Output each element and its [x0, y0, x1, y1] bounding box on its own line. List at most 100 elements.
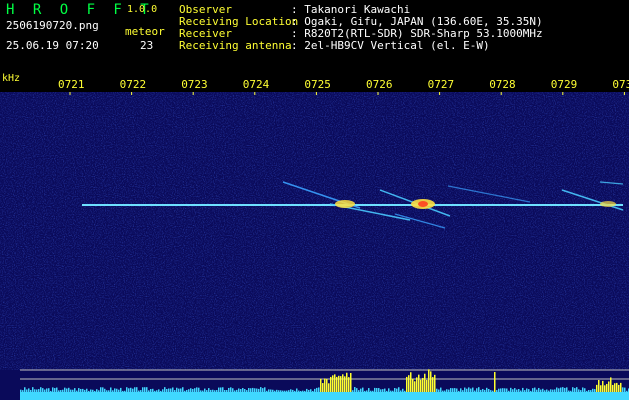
histogram-bar	[124, 390, 126, 392]
histogram-bar	[600, 385, 602, 392]
histogram-bar	[230, 387, 232, 392]
echo-hotspot-core	[418, 201, 428, 207]
histogram-bar	[434, 374, 436, 392]
histogram-bar	[26, 389, 28, 392]
x-tick-label-0722: 0722	[119, 78, 147, 91]
histogram-bar	[22, 390, 24, 392]
histogram-bar	[380, 389, 382, 392]
histogram-bar	[492, 390, 494, 392]
histogram-bar	[146, 387, 148, 392]
histogram-bar	[232, 388, 234, 392]
histogram-bar	[258, 388, 260, 392]
histogram-bar	[446, 389, 448, 392]
histogram-bar	[392, 390, 394, 392]
app-version: 1.0.0	[127, 4, 158, 15]
info-value-location: : Ogaki, Gifu, JAPAN (136.60E, 35.35N)	[291, 15, 543, 28]
histogram-bar	[606, 383, 608, 392]
histogram-bar	[298, 390, 300, 392]
histogram-bar	[152, 388, 154, 392]
histogram-bar	[86, 388, 88, 392]
histogram-bar	[130, 387, 132, 392]
histogram-bar	[590, 390, 592, 392]
histogram-bar	[428, 369, 430, 392]
histogram-bar	[52, 387, 54, 392]
info-value-antenna: : 2el-HB9CV Vertical (el. E-W)	[291, 39, 490, 52]
histogram-bar	[366, 390, 368, 392]
histogram-bar	[578, 389, 580, 392]
spectrogram	[0, 92, 629, 400]
histogram-bar	[190, 388, 192, 392]
histogram-bar	[272, 389, 274, 392]
histogram-bar	[518, 389, 520, 392]
x-tick-label-0724: 0724	[242, 78, 270, 91]
histogram-bar	[274, 390, 276, 392]
histogram-bar	[602, 380, 604, 392]
histogram-bar	[90, 389, 92, 392]
histogram-bar	[278, 390, 280, 392]
x-tick-label-0728: 0728	[489, 78, 516, 91]
histogram-bar	[406, 376, 408, 392]
histogram-bar	[226, 390, 228, 392]
histogram-bar	[534, 387, 536, 392]
histogram-bar	[390, 390, 392, 392]
histogram-bar	[104, 388, 106, 392]
histogram-bar	[240, 389, 242, 392]
histogram-bar	[138, 390, 140, 392]
histogram-bar	[418, 374, 420, 392]
histogram-bar	[572, 387, 574, 392]
histogram-bar	[502, 388, 504, 392]
histogram-bar	[164, 387, 166, 392]
histogram-bar	[582, 387, 584, 392]
info-key-location: Receiving Location	[179, 15, 299, 28]
info-value-observer: : Takanori Kawachi	[291, 3, 411, 16]
histogram-bar	[456, 388, 458, 392]
histogram-bar	[326, 379, 328, 392]
histogram-bar	[60, 390, 62, 392]
histogram-bar	[420, 379, 422, 392]
histogram-bar	[114, 388, 116, 392]
histogram-bar	[560, 387, 562, 392]
histogram-bar	[526, 388, 528, 392]
histogram-bar	[570, 390, 572, 392]
histogram-bar	[36, 389, 38, 392]
histogram-bar	[160, 390, 162, 392]
histogram-bar	[162, 389, 164, 392]
histogram-bar	[200, 390, 202, 392]
histogram-bar	[458, 390, 460, 392]
histogram-bar	[340, 376, 342, 392]
histogram-bar	[64, 387, 66, 392]
x-tick-label-0729: 0729	[550, 78, 578, 91]
histogram-bar	[496, 390, 498, 392]
histogram-bar	[334, 374, 336, 392]
histogram-bar	[286, 390, 288, 392]
histogram-bar	[174, 390, 176, 392]
histogram-bar	[44, 389, 46, 392]
histogram-bar	[552, 389, 554, 392]
histogram-bar	[128, 388, 130, 392]
histogram-bar	[616, 382, 618, 392]
histogram-bar	[120, 387, 122, 392]
histogram-bar	[464, 387, 466, 392]
histogram-bar	[444, 390, 446, 392]
histogram-bar	[202, 390, 204, 392]
histogram-bar	[384, 388, 386, 392]
histogram-bar	[580, 390, 582, 392]
histogram-bar	[68, 387, 70, 392]
histogram-bar	[158, 389, 160, 392]
histogram-bar	[588, 389, 590, 392]
histogram-bar	[520, 390, 522, 392]
histogram-bar	[342, 374, 344, 392]
x-tick-label-0723: 0723	[181, 78, 208, 91]
histogram-bar	[476, 388, 478, 392]
histogram-bar	[376, 388, 378, 392]
histogram-bar	[208, 388, 210, 392]
spectrogram-noise	[0, 92, 629, 370]
histogram-bar	[416, 377, 418, 392]
histogram-bar	[480, 389, 482, 392]
histogram-bar	[364, 390, 366, 392]
histogram-bar	[150, 389, 152, 392]
histogram-bar	[92, 389, 94, 392]
histogram-bar	[620, 382, 622, 392]
histogram-bar	[220, 387, 222, 392]
histogram-bar	[372, 390, 374, 392]
